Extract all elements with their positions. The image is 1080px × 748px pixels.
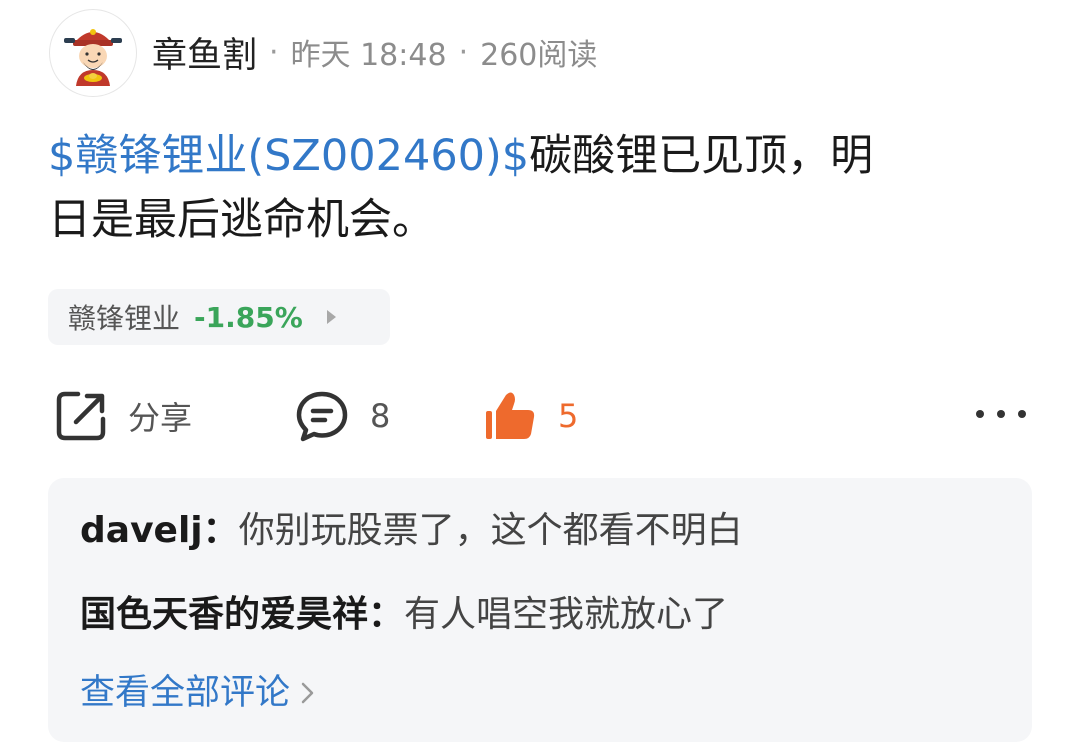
comment-bubble-icon [296,391,348,442]
comment-item[interactable]: davelj：你别玩股票了，这个都看不明白 [80,506,743,556]
like-button[interactable]: 5 [484,388,578,444]
comments-preview: davelj：你别玩股票了，这个都看不明白 国色天香的爱昊祥：有人唱空我就放心了… [48,478,1032,742]
post-text-line2: 日是最后逃命机会。 [48,195,435,245]
god-of-wealth-avatar-icon [64,29,122,86]
view-all-label: 查看全部评论 [80,673,291,713]
separator-dot: · [269,34,279,70]
dot [1018,410,1026,418]
comment-separator: ： [202,510,239,551]
share-icon [56,391,106,441]
post-time: 昨天 18:48 [290,38,447,73]
stock-chip-change: -1.85% [194,300,303,334]
more-dots-icon[interactable] [976,404,1026,424]
share-label: 分享 [128,399,193,437]
comment-separator: ： [368,594,405,635]
comment-count: 8 [370,397,391,435]
comment-user[interactable]: davelj [80,510,203,551]
comment-button[interactable]: 8 [294,388,390,444]
stock-chip[interactable]: 赣锋锂业 -1.85% [48,289,390,345]
avatar[interactable] [49,9,137,97]
comment-user[interactable]: 国色天香的爱昊祥 [80,594,368,635]
comment-text: 有人唱空我就放心了 [404,594,729,635]
post-header: 章鱼割 · 昨天 18:48 · 260阅读 [152,26,597,78]
comment-text: 你别玩股票了，这个都看不明白 [238,510,743,551]
view-all-comments-link[interactable]: 查看全部评论 [80,668,316,718]
dot [976,410,984,418]
share-button[interactable]: 分享 [54,388,192,444]
stock-tag-link[interactable]: $赣锋锂业(SZ002460)$ [48,131,529,181]
thumbs-up-icon [486,392,535,439]
separator-dot: · [458,34,469,70]
like-count: 5 [558,397,579,435]
post-text-line1: 碳酸锂已见顶，明 [529,131,874,181]
dot [997,410,1005,418]
chevron-right-icon [300,680,316,706]
author-name[interactable]: 章鱼割 [152,27,257,78]
stock-chip-name: 赣锋锂业 [68,302,181,335]
read-count: 260阅读 [480,38,598,73]
post-content: $赣锋锂业(SZ002460)$碳酸锂已见顶，明 日是最后逃命机会。 [48,124,1028,252]
play-arrow-icon [326,310,336,324]
comment-item[interactable]: 国色天香的爱昊祥：有人唱空我就放心了 [80,590,728,640]
